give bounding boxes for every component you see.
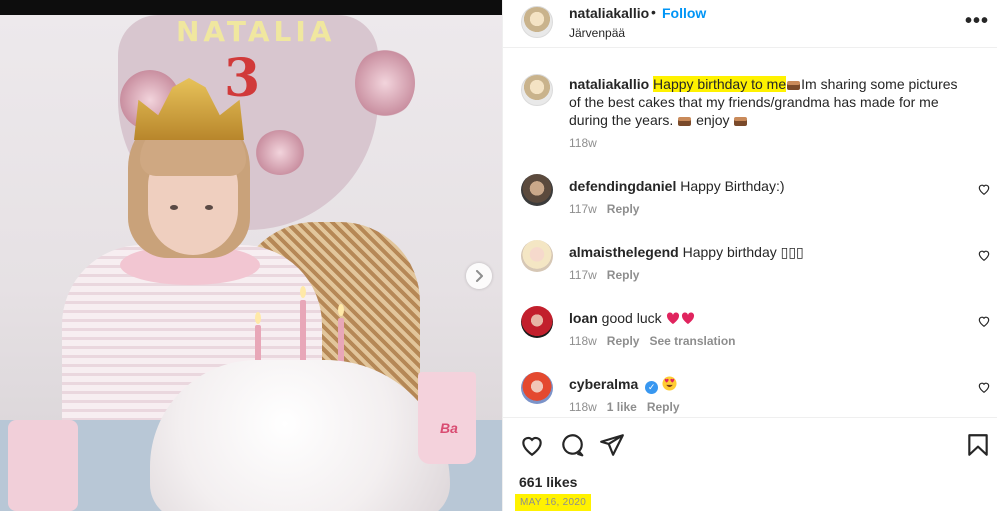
see-translation-button[interactable]: See translation — [649, 334, 735, 348]
comment-meta: 118w 1 like Reply — [569, 400, 680, 414]
comment-time[interactable]: 118w — [569, 334, 597, 348]
bookmark-icon[interactable] — [965, 432, 991, 458]
heart-icon[interactable] — [977, 314, 991, 328]
comment-username[interactable]: defendingdaniel — [569, 178, 676, 194]
photo-cup — [418, 372, 476, 464]
photo-top-bar — [0, 0, 502, 15]
heart-icon[interactable] — [977, 248, 991, 262]
reply-button[interactable]: Reply — [607, 202, 640, 216]
caption-highlight: Happy birthday to me — [653, 76, 787, 92]
photo-heart-text: NATALIA — [176, 15, 336, 48]
caption: nataliakallio Happy birthday to me Im sha… — [503, 70, 997, 152]
comment-username[interactable]: almaisthelegend — [569, 244, 679, 260]
heart-icon[interactable] — [519, 432, 545, 458]
photo-flame — [300, 286, 306, 298]
post-actions: 661 likes MAY 16, 2020 — [503, 417, 997, 511]
chevron-right-icon — [476, 270, 483, 282]
next-photo-button[interactable] — [466, 263, 492, 289]
post-header: nataliakallio • Follow Järvenpää ••• — [503, 0, 997, 48]
caption-line: during the years. enjoy — [569, 111, 969, 131]
photo-flower — [255, 130, 305, 175]
comment-meta: 117w Reply — [569, 202, 639, 216]
comment-username[interactable]: cyberalma — [569, 376, 638, 392]
caption-text: during the years. — [569, 112, 674, 128]
reply-button[interactable]: Reply — [607, 268, 640, 282]
avatar[interactable] — [521, 240, 553, 272]
photo-flame — [338, 304, 344, 316]
comment: defendingdaniel Happy Birthday:) 117w Rep… — [503, 172, 997, 222]
separator-dot: • — [651, 4, 656, 20]
more-options-icon[interactable]: ••• — [965, 10, 989, 33]
post-details-pane: nataliakallio • Follow Järvenpää ••• nat… — [502, 0, 997, 511]
comment-meta: 118w Reply See translation — [569, 334, 736, 348]
avatar[interactable] — [521, 174, 553, 206]
post-date[interactable]: MAY 16, 2020 — [515, 494, 592, 511]
comment-text: Happy Birthday:) — [680, 178, 785, 194]
photo-number: 3 — [224, 48, 261, 109]
comment-text: good luck — [601, 310, 662, 326]
photo-eye — [170, 205, 178, 210]
comment-time[interactable]: 117w — [569, 268, 597, 282]
comment: loan good luck 118w Reply See translation — [503, 304, 997, 354]
heart-emoji — [666, 311, 696, 329]
avatar[interactable] — [521, 306, 553, 338]
photo-flame — [255, 312, 261, 324]
avatar[interactable] — [521, 74, 553, 106]
avatar[interactable] — [521, 6, 553, 38]
photo-cup — [8, 420, 78, 511]
comment-username[interactable]: loan — [569, 310, 598, 326]
photo-flower — [355, 48, 415, 118]
photo-cup-label: Ba — [440, 420, 458, 436]
caption-line: of the best cakes that my friends/grandm… — [569, 94, 939, 110]
reply-button[interactable]: Reply — [607, 334, 640, 348]
comment-icon[interactable] — [559, 432, 585, 458]
comment-meta: 117w Reply — [569, 268, 639, 282]
cake-emoji — [677, 113, 692, 131]
avatar[interactable] — [521, 372, 553, 404]
comment-time[interactable]: 117w — [569, 202, 597, 216]
cake-emoji — [733, 113, 748, 131]
comment-text: Happy birthday ▯▯▯ — [682, 244, 804, 260]
share-icon[interactable] — [599, 432, 625, 458]
heart-icon[interactable] — [977, 380, 991, 394]
caption-line: nataliakallio Happy birthday to me Im sha… — [569, 75, 969, 95]
comment-line: loan good luck — [569, 309, 969, 329]
verified-icon: ✓ — [645, 381, 659, 394]
likes-count-button[interactable]: 1 like — [607, 400, 637, 414]
post-photo[interactable]: NATALIA 3 Ba — [0, 0, 502, 511]
location-link[interactable]: Järvenpää — [569, 26, 625, 40]
caption-text: Im sharing some pictures — [801, 76, 958, 92]
comment: cyberalma ✓ 118w 1 like Reply — [503, 370, 997, 416]
comment-line: defendingdaniel Happy Birthday:) — [569, 177, 969, 195]
comment-time[interactable]: 118w — [569, 400, 597, 414]
heart-icon[interactable] — [977, 182, 991, 196]
follow-button[interactable]: Follow — [662, 5, 706, 21]
comment-line: almaisthelegend Happy birthday ▯▯▯ — [569, 243, 969, 261]
likes-count[interactable]: 661 likes — [519, 474, 577, 490]
header-username[interactable]: nataliakallio — [569, 5, 649, 21]
caption-username[interactable]: nataliakallio — [569, 76, 649, 92]
reply-button[interactable]: Reply — [647, 400, 680, 414]
caption-text: enjoy — [696, 112, 730, 128]
comment-line: cyberalma ✓ — [569, 375, 969, 395]
comment: almaisthelegend Happy birthday ▯▯▯ 117w R… — [503, 238, 997, 288]
heart-eyes-emoji — [662, 376, 677, 395]
caption-time[interactable]: 118w — [569, 136, 597, 150]
photo-eye — [205, 205, 213, 210]
